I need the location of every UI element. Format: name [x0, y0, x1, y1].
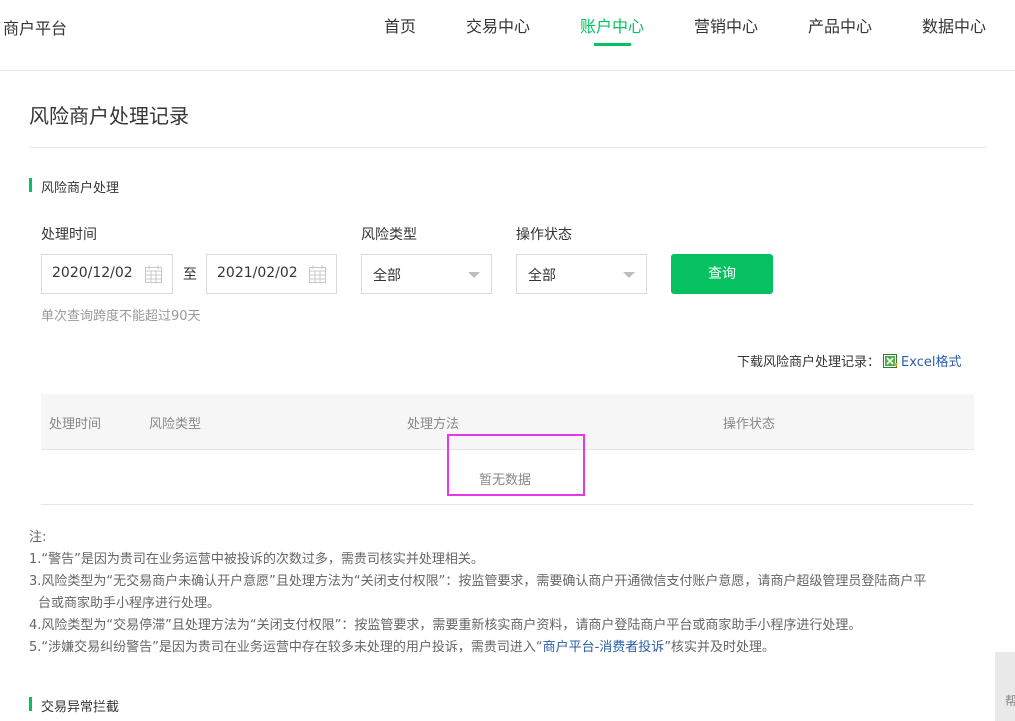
- end-date-value: 2021/02/02: [217, 265, 298, 281]
- active-nav-indicator: [594, 43, 631, 46]
- status-label: 操作状态: [516, 227, 572, 243]
- section-marker: [29, 697, 32, 711]
- caret-down-icon: [468, 272, 480, 278]
- nav-account-center[interactable]: 账户中心: [580, 13, 644, 37]
- note-3-continued: 台或商家助手小程序进行处理。: [38, 596, 221, 611]
- title-divider: [29, 147, 987, 148]
- status-value: 全部: [528, 268, 556, 284]
- download-records: 下载风险商户处理记录： Excel格式: [737, 351, 961, 370]
- note-4: 4.风险类型为“交易停滞”且处理方法为“关闭支付权限”：按监管要求，需要重新核实…: [29, 618, 862, 633]
- query-button[interactable]: 查询: [671, 254, 773, 294]
- column-header-method: 处理方法: [407, 417, 460, 432]
- nav-home[interactable]: 首页: [384, 13, 416, 37]
- start-date-value: 2020/12/02: [52, 265, 133, 281]
- note-3: 3.风险类型为“无交易商户未确认开户意愿”且处理方法为“关闭支付权限”：按监管要…: [29, 574, 927, 589]
- time-label: 处理时间: [41, 227, 97, 243]
- records-table-header: 处理时间 风险类型 处理方法 操作状态: [41, 394, 974, 450]
- date-range-separator: 至: [183, 267, 197, 283]
- start-date-input[interactable]: 2020/12/02: [41, 254, 173, 294]
- calendar-icon: [309, 265, 326, 283]
- download-label: 下载风险商户处理记录：: [737, 355, 881, 370]
- brand-title[interactable]: 商户平台: [3, 15, 67, 39]
- consumer-complaint-link[interactable]: 商户平台-消费者投诉: [543, 640, 665, 655]
- note-5-text: 5.“涉嫌交易纠纷警告”是因为贵司在业务运营中存在较多未处理的用户投诉，需贵司进…: [29, 640, 543, 655]
- risk-type-select[interactable]: 全部: [361, 254, 492, 294]
- caret-down-icon: [623, 272, 635, 278]
- end-date-input[interactable]: 2021/02/02: [206, 254, 337, 294]
- notes-heading: 注:: [29, 530, 47, 545]
- column-header-status: 操作状态: [723, 417, 776, 432]
- section-marker: [29, 178, 32, 192]
- note-5-text-end: ”核实并及时处理。: [664, 640, 776, 655]
- query-range-hint: 单次查询跨度不能超过90天: [41, 309, 201, 324]
- excel-icon: [883, 354, 899, 368]
- nav-product-center[interactable]: 产品中心: [808, 13, 872, 37]
- nav-marketing-center[interactable]: 营销中心: [694, 13, 758, 37]
- empty-state-text: 暂无数据: [479, 473, 532, 488]
- excel-download-link[interactable]: Excel格式: [901, 355, 961, 370]
- section-title-transaction-interception: 交易异常拦截: [41, 700, 120, 715]
- top-navigation-bar: 商户平台 首页 交易中心 账户中心 营销中心 产品中心 数据中心: [0, 0, 1015, 71]
- nav-data-center[interactable]: 数据中心: [922, 13, 986, 37]
- column-header-risk-type: 风险类型: [149, 417, 202, 432]
- notes: 注: 1.“警告”是因为贵司在业务运营中被投诉的次数过多，需贵司核实并处理相关。…: [29, 527, 989, 659]
- help-tab-label: 帮: [1005, 694, 1015, 708]
- section-title-risk-merchant: 风险商户处理: [41, 181, 120, 196]
- note-1: 1.“警告”是因为贵司在业务运营中被投诉的次数过多，需贵司核实并处理相关。: [29, 552, 484, 567]
- nav-transaction-center[interactable]: 交易中心: [466, 13, 530, 37]
- risk-type-label: 风险类型: [361, 227, 417, 243]
- table-empty-row: 暂无数据: [41, 450, 974, 505]
- help-side-tab[interactable]: 帮: [995, 652, 1015, 721]
- note-5: 5.“涉嫌交易纠纷警告”是因为贵司在业务运营中存在较多未处理的用户投诉，需贵司进…: [29, 637, 989, 659]
- page-title: 风险商户处理记录: [29, 104, 189, 128]
- calendar-icon: [145, 265, 162, 283]
- status-select[interactable]: 全部: [516, 254, 647, 294]
- column-header-time: 处理时间: [49, 417, 102, 432]
- risk-type-value: 全部: [373, 268, 401, 284]
